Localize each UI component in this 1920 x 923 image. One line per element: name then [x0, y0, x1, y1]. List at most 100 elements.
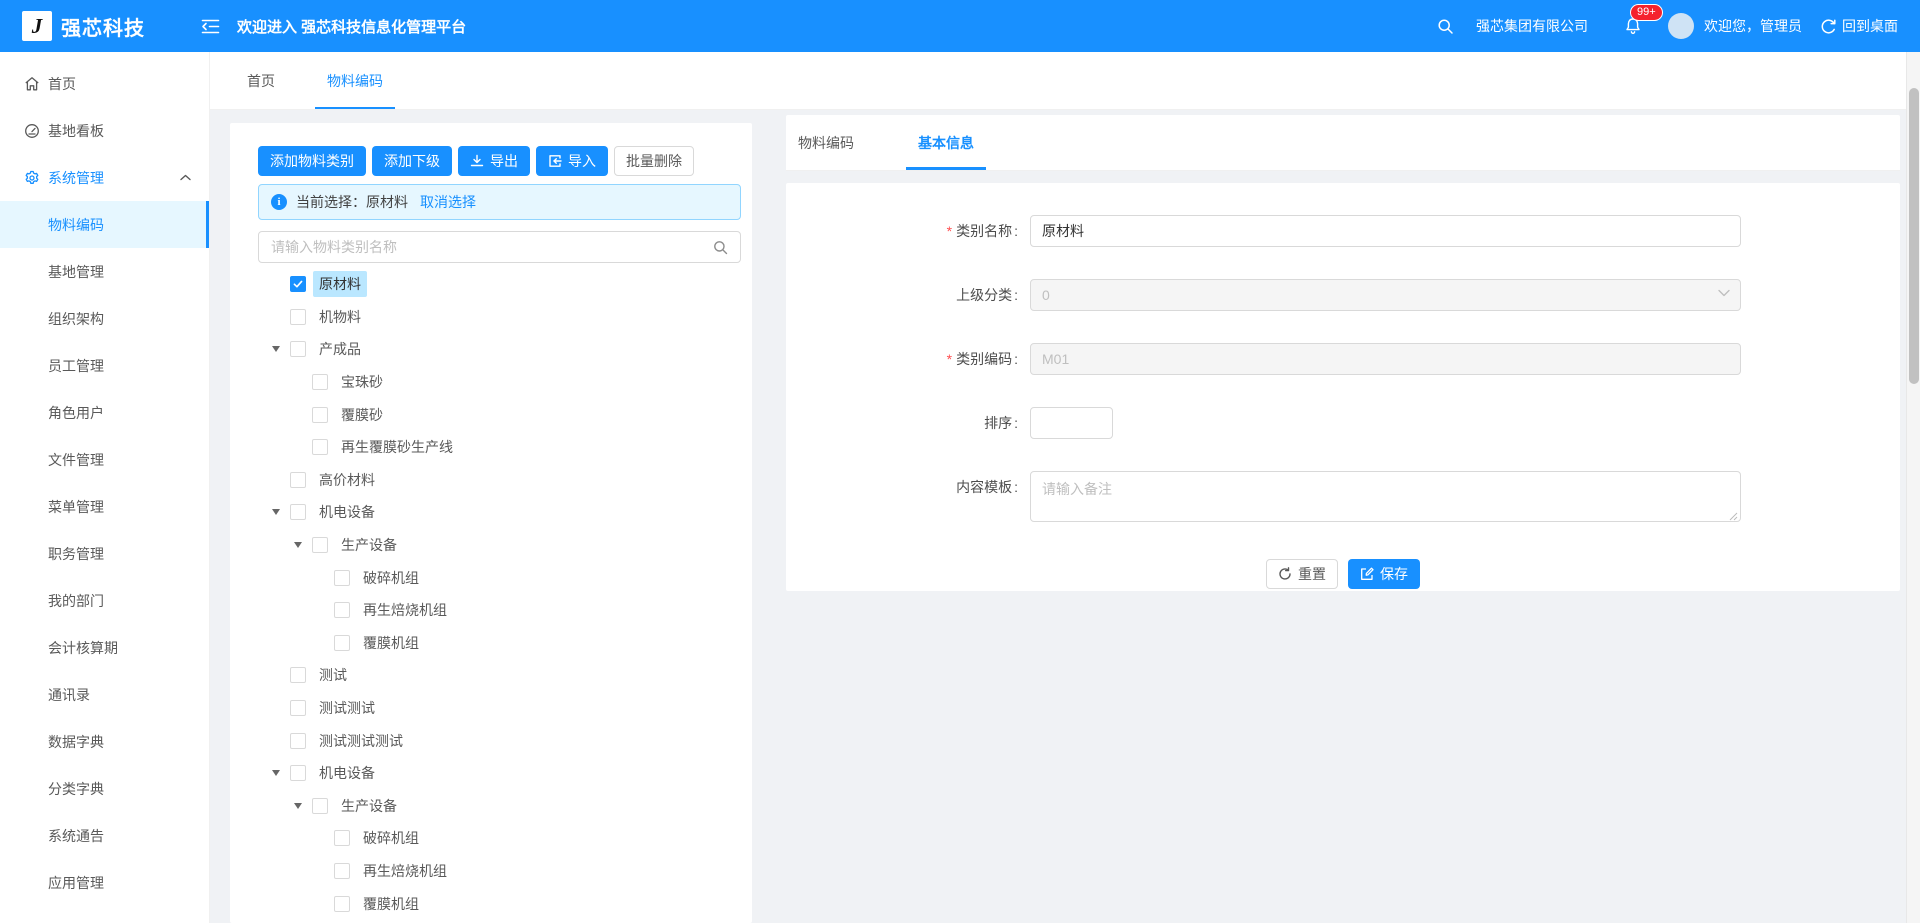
search-icon[interactable]: [713, 240, 728, 255]
tree-checkbox[interactable]: [312, 439, 328, 455]
caret-down-icon[interactable]: [266, 339, 286, 359]
sidebar-subitem[interactable]: 员工管理: [0, 342, 209, 389]
tree-node-label[interactable]: 机物料: [313, 304, 367, 330]
chevron-down-icon: [1718, 289, 1730, 297]
add-child-button[interactable]: 添加下级: [372, 146, 452, 176]
sidebar-subitem[interactable]: 我的部门: [0, 577, 209, 624]
tree-node-label[interactable]: 覆膜砂: [335, 402, 389, 428]
menu-fold-button[interactable]: [201, 19, 220, 34]
tree-checkbox[interactable]: [334, 635, 350, 651]
tab-material-code-detail[interactable]: 物料编码: [786, 115, 866, 170]
tree-checkbox[interactable]: [290, 341, 306, 357]
batch-delete-button[interactable]: 批量删除: [614, 146, 694, 176]
tree-node-label[interactable]: 覆膜机组: [357, 891, 425, 917]
tree-checkbox[interactable]: [312, 537, 328, 553]
tree-node-label[interactable]: 高价材料: [313, 467, 381, 493]
tree-node-label[interactable]: 机电设备: [313, 760, 381, 786]
sidebar-subitem[interactable]: 系统通告: [0, 812, 209, 859]
tab-material-code[interactable]: 物料编码: [327, 52, 383, 109]
tree-checkbox[interactable]: [290, 700, 306, 716]
tree-checkbox[interactable]: [290, 504, 306, 520]
sidebar-subitem[interactable]: 物料编码: [0, 201, 209, 248]
tree-node-label[interactable]: 测试测试: [313, 695, 381, 721]
sidebar-subitem[interactable]: 文件管理: [0, 436, 209, 483]
global-search-button[interactable]: [1437, 18, 1454, 35]
tree-row: 破碎机组: [258, 822, 741, 855]
tree-node-label[interactable]: 生产设备: [335, 532, 403, 558]
sort-input[interactable]: [1030, 407, 1113, 439]
sidebar-subitem[interactable]: 应用管理: [0, 859, 209, 906]
tab-basic-info[interactable]: 基本信息: [906, 115, 986, 170]
add-category-button[interactable]: 添加物料类别: [258, 146, 366, 176]
reset-button[interactable]: 重置: [1266, 559, 1338, 589]
sidebar-subitem[interactable]: 菜单管理: [0, 483, 209, 530]
menu-fold-icon: [201, 19, 220, 34]
sidebar-subitem[interactable]: 基地管理: [0, 248, 209, 295]
caret-down-icon[interactable]: [266, 763, 286, 783]
tab-home[interactable]: 首页: [247, 52, 275, 109]
tree-node-label[interactable]: 再生焙烧机组: [357, 858, 453, 884]
tree-checkbox[interactable]: [312, 374, 328, 390]
tree-node-label[interactable]: 覆膜机组: [357, 630, 425, 656]
content-template-textarea[interactable]: [1030, 471, 1741, 522]
tree-node-label[interactable]: 再生焙烧机组: [357, 597, 453, 623]
category-name-input[interactable]: [1030, 215, 1741, 247]
avatar[interactable]: [1668, 13, 1694, 39]
sidebar-subitem[interactable]: 会计核算期: [0, 624, 209, 671]
sidebar-subitem[interactable]: 组织架构: [0, 295, 209, 342]
tree-node-label[interactable]: 再生覆膜砂生产线: [335, 434, 459, 460]
tree-checkbox[interactable]: [290, 667, 306, 683]
save-button[interactable]: 保存: [1348, 559, 1420, 589]
sidebar-subitem[interactable]: 角色用户: [0, 389, 209, 436]
tree-node-label[interactable]: 生产设备: [335, 793, 403, 819]
cancel-selection-link[interactable]: 取消选择: [420, 192, 476, 212]
tree-checkbox[interactable]: [312, 407, 328, 423]
import-icon: [548, 154, 562, 168]
tree-checkbox[interactable]: [290, 733, 306, 749]
scrollbar-thumb[interactable]: [1909, 88, 1919, 384]
form-row-category-name: 类别名称: [786, 215, 1900, 247]
tree-node-label[interactable]: 破碎机组: [357, 565, 425, 591]
tree-checkbox[interactable]: [290, 309, 306, 325]
tree-node-label[interactable]: 机电设备: [313, 499, 381, 525]
caret-down-icon[interactable]: [266, 502, 286, 522]
tree-checkbox[interactable]: [334, 602, 350, 618]
parent-category-select[interactable]: [1030, 279, 1741, 311]
tree-node-label[interactable]: 测试测试测试: [313, 728, 409, 754]
sidebar-submenu: 物料编码基地管理组织架构员工管理角色用户文件管理菜单管理职务管理我的部门会计核算…: [0, 201, 209, 906]
tree-node-label[interactable]: 宝珠砂: [335, 369, 389, 395]
sidebar-subitem[interactable]: 数据字典: [0, 718, 209, 765]
company-name[interactable]: 强芯集团有限公司: [1476, 16, 1588, 36]
export-button[interactable]: 导出: [458, 146, 530, 176]
page-scrollbar[interactable]: [1906, 52, 1920, 923]
sidebar-item-system-management[interactable]: 系统管理: [0, 154, 209, 201]
back-to-desktop-button[interactable]: 回到桌面: [1820, 16, 1898, 36]
caret-placeholder: [310, 894, 330, 914]
sidebar-subitem[interactable]: 通讯录: [0, 671, 209, 718]
tree-checkbox[interactable]: [334, 570, 350, 586]
tree-node-label[interactable]: 测试: [313, 662, 353, 688]
sidebar-subitem[interactable]: 职务管理: [0, 530, 209, 577]
tree-checkbox[interactable]: [290, 472, 306, 488]
tree-checkbox[interactable]: [290, 765, 306, 781]
caret-down-icon[interactable]: [288, 796, 308, 816]
tree-checkbox[interactable]: [334, 896, 350, 912]
caret-placeholder: [310, 600, 330, 620]
category-search-input[interactable]: [271, 239, 713, 255]
tree-checkbox[interactable]: [290, 276, 306, 292]
import-button[interactable]: 导入: [536, 146, 608, 176]
caret-down-icon[interactable]: [288, 535, 308, 555]
tree-checkbox[interactable]: [334, 830, 350, 846]
sidebar-subitem-label: 数据字典: [48, 732, 104, 752]
app-logo: J: [22, 11, 52, 41]
tree-node-label[interactable]: 产成品: [313, 336, 367, 362]
sidebar-subitem[interactable]: 分类字典: [0, 765, 209, 812]
sidebar-item-home[interactable]: 首页: [0, 60, 209, 107]
notifications-button[interactable]: 99+: [1624, 17, 1642, 36]
tree-checkbox[interactable]: [312, 798, 328, 814]
tree-node-label[interactable]: 原材料: [313, 271, 367, 297]
sidebar-item-dashboard[interactable]: 基地看板: [0, 107, 209, 154]
sidebar-subitem-label: 组织架构: [48, 309, 104, 329]
tree-checkbox[interactable]: [334, 863, 350, 879]
tree-node-label[interactable]: 破碎机组: [357, 825, 425, 851]
